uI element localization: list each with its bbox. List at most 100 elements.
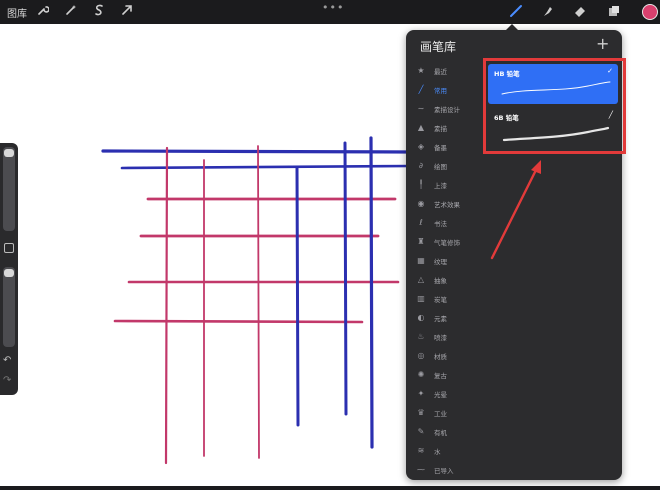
category-icon: ∂ bbox=[418, 161, 424, 170]
pink-horizontal-strokes bbox=[113, 197, 400, 324]
category-label: 复古 bbox=[434, 372, 447, 380]
brush-category-item[interactable]: ℓ 书法 bbox=[406, 214, 482, 233]
brush-category-item[interactable]: ✎ 有机 bbox=[406, 423, 482, 442]
brush-category-item[interactable]: ◈ 备墨 bbox=[406, 138, 482, 157]
category-label: 光晕 bbox=[434, 391, 447, 399]
selection-icon[interactable] bbox=[91, 4, 107, 20]
brush-category-item[interactable]: ▦ 纹理 bbox=[406, 252, 482, 271]
category-icon: ╱ bbox=[418, 85, 424, 94]
category-icon: △ bbox=[417, 275, 425, 284]
category-icon: ℓ bbox=[419, 218, 423, 227]
blue-vertical-strokes bbox=[295, 136, 374, 449]
brush-category-item[interactable]: ∼ 素描设计 bbox=[406, 100, 482, 119]
brush-category-item[interactable]: ✦ 光晕 bbox=[406, 385, 482, 404]
category-label: 书法 bbox=[434, 220, 447, 228]
blue-stroke bbox=[120, 164, 412, 170]
category-label: 水 bbox=[434, 448, 441, 456]
modify-button[interactable] bbox=[4, 243, 14, 253]
category-label: 素描 bbox=[434, 125, 447, 133]
brush-category-item[interactable]: ★ 最近 bbox=[406, 62, 482, 81]
category-label: 常用 bbox=[434, 87, 447, 95]
category-icon: ▦ bbox=[417, 256, 425, 265]
brush-category-item[interactable]: △ 抽象 bbox=[406, 271, 482, 290]
category-icon: ╿ bbox=[418, 180, 424, 189]
pink-stroke bbox=[257, 145, 260, 459]
category-label: 元素 bbox=[434, 315, 447, 323]
category-label: 喷漆 bbox=[434, 334, 447, 342]
brush-category-item[interactable]: ♨ 喷漆 bbox=[406, 328, 482, 347]
add-brush-button[interactable]: + bbox=[596, 34, 609, 53]
magic-wand-icon[interactable] bbox=[63, 4, 79, 20]
category-icon: ♨ bbox=[417, 332, 425, 341]
blue-horizontal-strokes bbox=[101, 149, 412, 170]
pink-vertical-strokes bbox=[164, 145, 260, 465]
category-icon: ✎ bbox=[417, 427, 425, 436]
eraser-icon[interactable] bbox=[572, 4, 588, 20]
brush-category-item[interactable]: ◐ 元素 bbox=[406, 309, 482, 328]
blue-stroke bbox=[101, 149, 412, 154]
category-icon: ∼ bbox=[417, 104, 425, 113]
brush-category-item[interactable]: ◉ 艺术效果 bbox=[406, 195, 482, 214]
category-label: 已导入 bbox=[434, 467, 454, 475]
category-label: 艺术效果 bbox=[434, 201, 460, 209]
left-sidebar: ↶ ↷ bbox=[0, 143, 18, 395]
brush-category-item[interactable]: ♜ 气笔修饰 bbox=[406, 233, 482, 252]
category-label: 上漆 bbox=[434, 182, 447, 190]
undo-icon[interactable]: ↶ bbox=[3, 355, 11, 366]
top-toolbar: 图库 ••• bbox=[0, 0, 660, 24]
brush-size-slider[interactable] bbox=[3, 147, 15, 231]
category-icon: ♛ bbox=[417, 408, 425, 417]
brush-category-item[interactable]: ≋ 水 bbox=[406, 442, 482, 461]
category-icon: ◐ bbox=[417, 313, 425, 322]
category-label: 纹理 bbox=[434, 258, 447, 266]
brush-category-item[interactable]: ▲ 素描 bbox=[406, 119, 482, 138]
annotation-highlight-box bbox=[483, 58, 626, 154]
brush-category-item[interactable]: ╿ 上漆 bbox=[406, 176, 482, 195]
category-label: 备墨 bbox=[434, 144, 447, 152]
transform-arrow-icon[interactable] bbox=[119, 4, 135, 20]
brush-category-item[interactable]: ⁓ 已导入 bbox=[406, 461, 482, 480]
brush-icon[interactable] bbox=[508, 4, 524, 20]
redo-icon[interactable]: ↷ bbox=[3, 375, 11, 386]
category-icon: ✺ bbox=[417, 370, 425, 379]
wrench-icon[interactable] bbox=[35, 4, 51, 20]
category-icon: ▥ bbox=[417, 294, 425, 303]
brush-category-item[interactable]: ▥ 炭笔 bbox=[406, 290, 482, 309]
drawing-app: 图库 ••• ↶ ↷ 画笔库 + ★ 最近 ╱ 常用 ∼ 素描设计 ▲ 素描 ◈… bbox=[0, 0, 660, 490]
opacity-thumb[interactable] bbox=[4, 269, 14, 277]
blue-stroke bbox=[343, 141, 348, 416]
category-label: 材质 bbox=[434, 353, 447, 361]
brush-category-list: ★ 最近 ╱ 常用 ∼ 素描设计 ▲ 素描 ◈ 备墨 ∂ 绘图 ╿ 上漆 ◉ 艺术效果 ℓ 书法 ♜ 气笔修饰 ▦ 纹理 △… bbox=[406, 62, 482, 480]
brush-category-item[interactable]: ◎ 材质 bbox=[406, 347, 482, 366]
category-icon: ◉ bbox=[417, 199, 425, 208]
brush-category-item[interactable]: ✺ 复古 bbox=[406, 366, 482, 385]
category-icon: ▲ bbox=[417, 123, 425, 132]
category-icon: ◈ bbox=[417, 142, 425, 151]
category-icon: ✦ bbox=[417, 389, 425, 398]
blue-stroke bbox=[295, 166, 300, 427]
blue-stroke bbox=[369, 136, 374, 449]
brush-category-item[interactable]: ∂ 绘图 bbox=[406, 157, 482, 176]
layers-icon[interactable] bbox=[606, 4, 622, 20]
category-icon: ♜ bbox=[417, 237, 425, 246]
brush-size-thumb[interactable] bbox=[4, 149, 14, 157]
opacity-slider[interactable] bbox=[3, 267, 15, 347]
bottom-edge bbox=[0, 486, 660, 490]
color-picker-swatch[interactable] bbox=[642, 4, 658, 20]
brush-category-item[interactable]: ♛ 工业 bbox=[406, 404, 482, 423]
panel-title: 画笔库 bbox=[420, 40, 457, 54]
category-label: 有机 bbox=[434, 429, 447, 437]
pink-stroke bbox=[113, 319, 364, 324]
brush-category-item[interactable]: ╱ 常用 bbox=[406, 81, 482, 100]
category-label: 抽象 bbox=[434, 277, 447, 285]
category-label: 工业 bbox=[434, 410, 447, 418]
category-label: 绘图 bbox=[434, 163, 447, 171]
category-icon: ≋ bbox=[417, 446, 425, 455]
gallery-button[interactable]: 图库 bbox=[7, 5, 27, 20]
category-icon: ◎ bbox=[417, 351, 425, 360]
category-label: 气笔修饰 bbox=[434, 239, 460, 247]
more-options-icon[interactable]: ••• bbox=[322, 1, 344, 14]
category-label: 素描设计 bbox=[434, 106, 460, 114]
pink-stroke bbox=[164, 146, 169, 465]
smudge-icon[interactable] bbox=[540, 4, 556, 20]
